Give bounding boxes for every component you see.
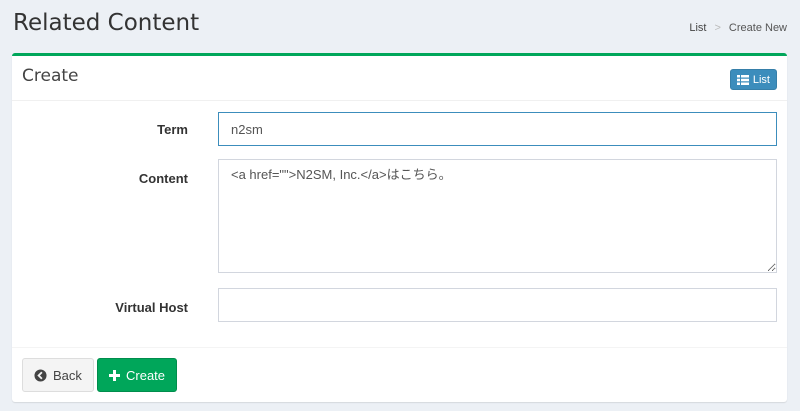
create-button[interactable]: Create: [97, 358, 178, 392]
breadcrumb: List > Create New: [689, 22, 787, 34]
box-title: Create: [22, 66, 79, 86]
term-label: Term: [157, 122, 188, 137]
virtual-host-input[interactable]: [218, 288, 777, 322]
plus-icon: [109, 369, 120, 381]
breadcrumb-separator: >: [714, 22, 721, 34]
box-header: Create List: [12, 56, 787, 101]
virtual-host-label: Virtual Host: [115, 300, 188, 315]
page-header: Related Content List > Create New: [0, 0, 800, 52]
breadcrumb-list-link[interactable]: List: [689, 22, 706, 34]
content-label: Content: [138, 171, 188, 186]
list-button[interactable]: List: [729, 69, 777, 90]
create-button-label: Create: [126, 367, 166, 383]
virtual-host-row: Virtual Host: [12, 288, 787, 324]
term-row: Term: [12, 110, 787, 150]
content-row: Content <a href="">N2SM, Inc.</a>はこちら。: [12, 159, 787, 275]
list-button-label: List: [752, 73, 770, 86]
content-textarea[interactable]: <a href="">N2SM, Inc.</a>はこちら。: [218, 159, 777, 273]
back-button[interactable]: Back: [22, 358, 94, 392]
page-title: Related Content: [13, 10, 200, 36]
list-icon: [736, 74, 749, 85]
create-form-box: Create List Term Content <a href="">N2SM…: [12, 53, 787, 402]
arrow-circle-left-icon: [34, 368, 47, 382]
breadcrumb-current: Create New: [728, 22, 787, 34]
back-button-label: Back: [53, 367, 82, 383]
box-footer: Back Create: [12, 347, 787, 402]
term-input[interactable]: [218, 112, 777, 146]
